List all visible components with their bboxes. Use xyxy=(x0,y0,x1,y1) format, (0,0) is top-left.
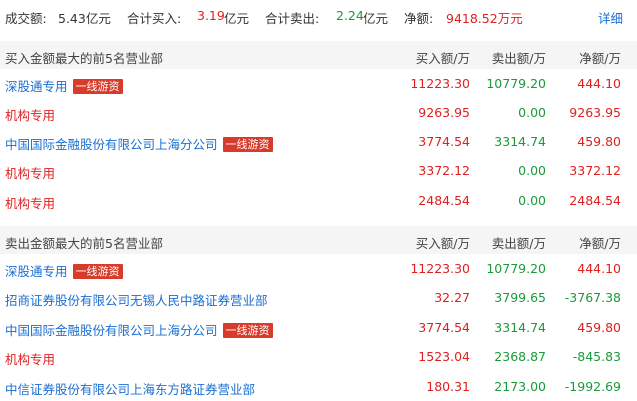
buy-amount: 180.31 xyxy=(426,379,470,394)
col-header-net: 净额/万 xyxy=(579,236,621,251)
table-row: 深股通专用 一线游资 11223.30 10779.20 444.10 xyxy=(0,69,637,98)
table-row: 中国国际金融股份有限公司上海分公司 一线游资 3774.54 3314.74 45… xyxy=(0,313,637,342)
total-sell-label: 合计卖出: xyxy=(265,11,320,26)
table-row: 机构专用 9263.95 0.00 9263.95 xyxy=(0,98,637,127)
seat-name-cell: 机构专用 xyxy=(5,163,55,182)
seat-name-link[interactable]: 中国国际金融股份有限公司上海分公司 xyxy=(5,323,218,338)
table-row: 机构专用 1523.04 2368.87 -845.83 xyxy=(0,342,637,371)
seat-name-cell: 深股通专用 一线游资 xyxy=(5,76,123,95)
net-amount: 444.10 xyxy=(577,261,621,276)
buy-amount: 3372.12 xyxy=(418,163,470,178)
seat-name-text: 机构专用 xyxy=(5,108,56,123)
buy-amount: 9263.95 xyxy=(418,105,470,120)
net-amount: -3767.38 xyxy=(564,290,621,305)
col-header-buy: 买入额/万 xyxy=(415,236,470,251)
turnover-label: 成交额: xyxy=(5,11,47,26)
total-buy-value: 3.19 xyxy=(197,8,225,23)
detail-link[interactable]: 详细 xyxy=(598,8,623,27)
seat-name-link[interactable]: 中信证券股份有限公司上海东方路证券营业部 xyxy=(5,382,255,397)
total-buy-unit: 亿元 xyxy=(224,11,250,26)
hot-money-tag: 一线游资 xyxy=(222,137,273,152)
seat-name-cell: 机构专用 xyxy=(5,193,55,212)
net-amount: -845.83 xyxy=(572,349,621,364)
buy-section-header: 买入金额最大的前5名营业部 买入额/万 卖出额/万 净额/万 xyxy=(0,41,637,69)
seat-name-cell: 机构专用 xyxy=(5,105,55,124)
buy-amount: 11223.30 xyxy=(410,76,470,91)
sell-amount: 0.00 xyxy=(518,105,546,120)
sell-amount: 2173.00 xyxy=(494,379,546,394)
buy-amount: 3774.54 xyxy=(418,320,470,335)
table-row: 机构专用 2484.54 0.00 2484.54 xyxy=(0,186,637,215)
seat-name-cell: 深股通专用 一线游资 xyxy=(5,261,123,280)
net-amount: 444.10 xyxy=(577,76,621,91)
sell-amount: 0.00 xyxy=(518,193,546,208)
sell-amount: 10779.20 xyxy=(486,261,546,276)
sell-section-title: 卖出金额最大的前5名营业部 xyxy=(5,236,163,251)
net-amount: 3372.12 xyxy=(569,163,621,178)
seat-name-link[interactable]: 深股通专用 xyxy=(5,79,68,94)
net-amount: 2484.54 xyxy=(569,193,621,208)
turnover-value: 5.43亿元 xyxy=(58,11,111,26)
col-header-sell: 卖出额/万 xyxy=(491,51,546,66)
total-buy-label: 合计买入: xyxy=(127,11,182,26)
seat-name-cell: 中国国际金融股份有限公司上海分公司 一线游资 xyxy=(5,320,273,339)
seat-name-cell: 中信证券股份有限公司上海东方路证券营业部 xyxy=(5,379,255,398)
table-row: 中国国际金融股份有限公司上海分公司 一线游资 3774.54 3314.74 45… xyxy=(0,127,637,156)
net-value: 9418.52万元 xyxy=(446,11,523,26)
buy-amount: 1523.04 xyxy=(418,349,470,364)
table-row: 机构专用 3372.12 0.00 3372.12 xyxy=(0,156,637,185)
sell-amount: 2368.87 xyxy=(494,349,546,364)
seat-name-text: 机构专用 xyxy=(5,352,56,367)
buy-amount: 11223.30 xyxy=(410,261,470,276)
sell-amount: 0.00 xyxy=(518,163,546,178)
sell-amount: 3314.74 xyxy=(494,134,546,149)
total-sell-value: 2.24 xyxy=(336,8,364,23)
col-header-sell: 卖出额/万 xyxy=(491,236,546,251)
table-row: 深股通专用 一线游资 11223.30 10779.20 444.10 xyxy=(0,254,637,283)
buy-amount: 2484.54 xyxy=(418,193,470,208)
seat-name-cell: 机构专用 xyxy=(5,349,55,368)
summary-bar: 成交额: 5.43亿元 合计买入: 3.19 亿元 合计卖出: 2.24 亿元 … xyxy=(0,0,637,34)
col-header-net: 净额/万 xyxy=(579,51,621,66)
sell-section-header: 卖出金额最大的前5名营业部 买入额/万 卖出额/万 净额/万 xyxy=(0,226,637,254)
table-row: 招商证券股份有限公司无锡人民中路证券营业部 32.27 3799.65 -376… xyxy=(0,283,637,312)
total-sell-unit: 亿元 xyxy=(363,11,389,26)
net-label: 净额: xyxy=(404,11,434,26)
seat-name-text: 机构专用 xyxy=(5,196,56,211)
hot-money-tag: 一线游资 xyxy=(72,79,123,94)
seat-name-cell: 中国国际金融股份有限公司上海分公司 一线游资 xyxy=(5,134,273,153)
seat-name-link[interactable]: 深股通专用 xyxy=(5,264,68,279)
buy-amount: 32.27 xyxy=(434,290,470,305)
table-row: 中信证券股份有限公司上海东方路证券营业部 180.31 2173.00 -199… xyxy=(0,372,637,401)
hot-money-tag: 一线游资 xyxy=(222,323,273,338)
sell-amount: 3799.65 xyxy=(494,290,546,305)
seat-name-link[interactable]: 中国国际金融股份有限公司上海分公司 xyxy=(5,137,218,152)
buy-amount: 3774.54 xyxy=(418,134,470,149)
hot-money-tag: 一线游资 xyxy=(72,264,123,279)
col-header-buy: 买入额/万 xyxy=(415,51,470,66)
seat-name-text: 机构专用 xyxy=(5,166,56,181)
net-amount: -1992.69 xyxy=(564,379,621,394)
seat-name-cell: 招商证券股份有限公司无锡人民中路证券营业部 xyxy=(5,290,268,309)
seat-name-link[interactable]: 招商证券股份有限公司无锡人民中路证券营业部 xyxy=(5,293,268,308)
sell-amount: 3314.74 xyxy=(494,320,546,335)
buy-section-title: 买入金额最大的前5名营业部 xyxy=(5,51,163,66)
net-amount: 459.80 xyxy=(577,134,621,149)
net-amount: 9263.95 xyxy=(569,105,621,120)
net-amount: 459.80 xyxy=(577,320,621,335)
sell-amount: 10779.20 xyxy=(486,76,546,91)
